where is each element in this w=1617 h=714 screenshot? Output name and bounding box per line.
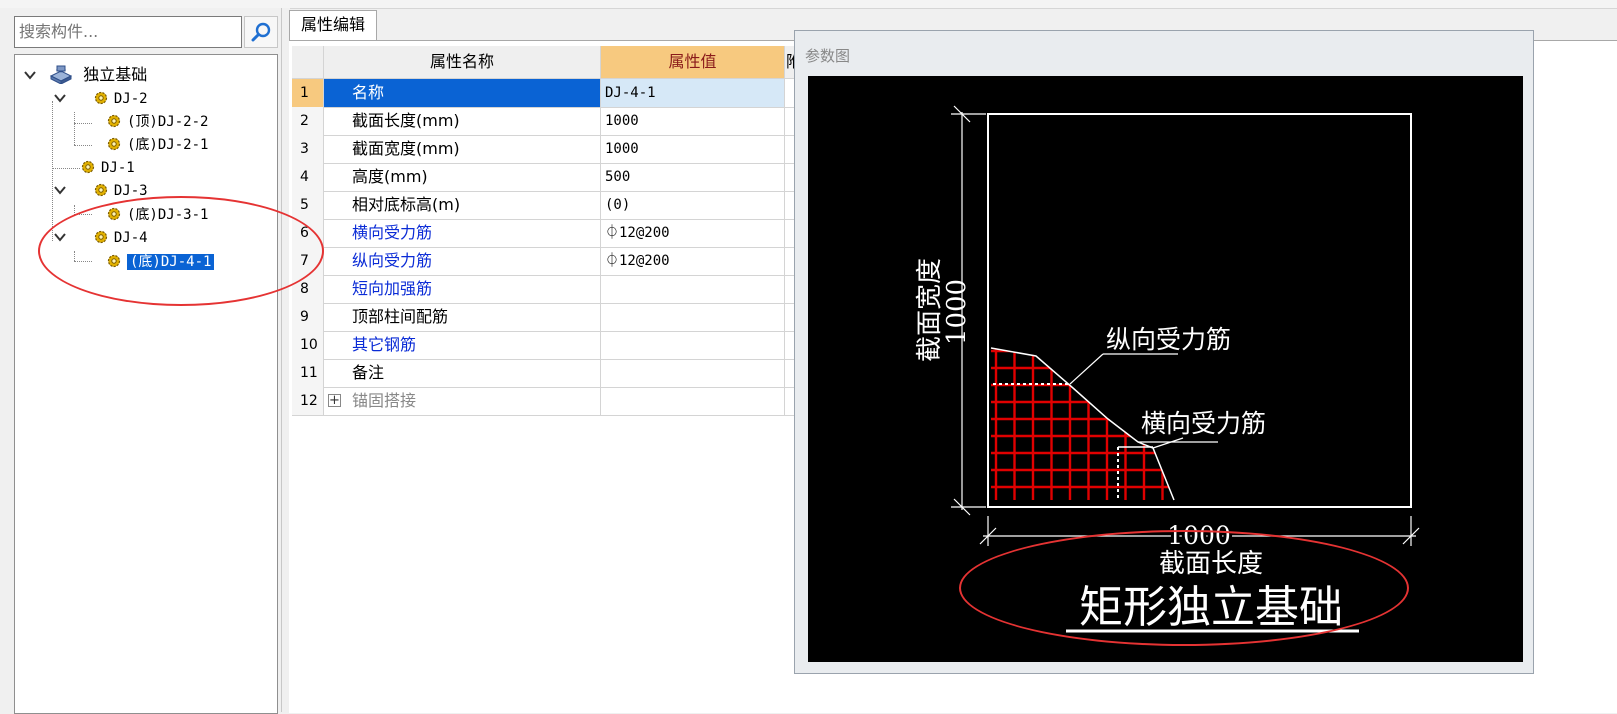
row-number: 1: [292, 79, 324, 107]
table-row[interactable]: 11 备注: [292, 359, 794, 388]
table-row[interactable]: 10 其它钢筋: [292, 331, 794, 360]
width-value: 1000: [942, 279, 972, 345]
row-name: 截面宽度(mm): [324, 135, 601, 163]
row-number: 3: [292, 135, 324, 163]
gear-icon: [81, 160, 95, 174]
table-row[interactable]: 7 纵向受力筋 ⏀12@200: [292, 247, 794, 276]
leader-line: [1069, 353, 1104, 385]
row-value[interactable]: [601, 387, 785, 415]
tree-root-label: 独立基础: [83, 65, 148, 84]
table-row[interactable]: 9 顶部柱间配筋: [292, 303, 794, 332]
row-name-label: 锚固搭接: [352, 391, 417, 410]
tree-connector: [74, 123, 92, 124]
header-extra: 附: [785, 46, 794, 78]
row-value[interactable]: [601, 359, 785, 387]
row-number: 5: [292, 191, 324, 219]
row-value[interactable]: DJ-4-1: [601, 79, 785, 107]
foundation-icon: [49, 65, 73, 85]
row-value[interactable]: ⏀12@200: [601, 247, 785, 275]
row-name: 顶部柱间配筋: [324, 303, 601, 331]
row-value[interactable]: [601, 303, 785, 331]
tree-item-dj-2-1[interactable]: (底)DJ-2-1: [107, 134, 208, 156]
gear-icon: [107, 137, 121, 151]
row-name: 名称: [324, 79, 601, 107]
tree-connector: [52, 168, 80, 169]
gear-icon: [94, 183, 107, 197]
header-corner: [292, 46, 324, 78]
row-name: 高度(mm): [324, 163, 601, 191]
chevron-down-icon[interactable]: [23, 68, 37, 82]
row-value[interactable]: [601, 275, 785, 303]
search-icon: [251, 22, 271, 42]
tab-property-editor[interactable]: 属性编辑: [289, 10, 377, 40]
row-value[interactable]: 500: [601, 163, 785, 191]
search-box[interactable]: [14, 16, 243, 48]
row-value[interactable]: [601, 331, 785, 359]
component-tree[interactable]: 独立基础 DJ-2 (顶)DJ-2-2 (底)DJ-2-1 DJ-1 DJ-3 …: [14, 54, 278, 714]
tree-item-label: DJ-2: [113, 91, 148, 107]
header-property-name[interactable]: 属性名称: [324, 46, 601, 78]
component-panel: 独立基础 DJ-2 (顶)DJ-2-2 (底)DJ-2-1 DJ-1 DJ-3 …: [0, 8, 281, 714]
tree-item-dj-2-2[interactable]: (顶)DJ-2-2: [107, 111, 208, 133]
row-name: 横向受力筋: [324, 219, 601, 247]
tree-item-label: (顶)DJ-2-2: [127, 114, 209, 130]
row-number: 11: [292, 359, 324, 387]
row-name: 其它钢筋: [324, 331, 601, 359]
table-row[interactable]: 6 横向受力筋 ⏀12@200: [292, 219, 794, 248]
row-name: 截面长度(mm): [324, 107, 601, 135]
tree-root[interactable]: 独立基础: [23, 64, 147, 86]
row-value[interactable]: (0): [601, 191, 785, 219]
expand-plus-icon[interactable]: +: [328, 394, 341, 407]
gear-icon: [107, 114, 121, 128]
header-property-value[interactable]: 属性值: [601, 46, 785, 78]
row-number: 4: [292, 163, 324, 191]
row-name: 备注: [324, 359, 601, 387]
transverse-label: 横向受力筋: [1141, 409, 1266, 438]
row-name: 相对底标高(m): [324, 191, 601, 219]
tree-connector: [52, 101, 53, 241]
table-row[interactable]: 2 截面长度(mm) 1000: [292, 107, 794, 136]
table-row[interactable]: 3 截面宽度(mm) 1000: [292, 135, 794, 164]
annotation-ellipse-tree: [38, 196, 324, 306]
chevron-down-icon[interactable]: [53, 91, 67, 105]
table-row[interactable]: 1 名称 DJ-4-1: [292, 79, 794, 108]
tree-item-label: DJ-1: [101, 160, 135, 176]
row-name: 短向加强筋: [324, 275, 601, 303]
tree-item-label: DJ-3: [113, 183, 148, 199]
tree-item-label: (底)DJ-2-1: [127, 137, 209, 153]
row-value[interactable]: ⏀12@200: [601, 219, 785, 247]
row-number: 9: [292, 303, 324, 331]
row-value[interactable]: 1000: [601, 135, 785, 163]
row-number: 2: [292, 107, 324, 135]
row-value[interactable]: 1000: [601, 107, 785, 135]
table-row[interactable]: 8 短向加强筋: [292, 275, 794, 304]
leader-line: [1152, 437, 1184, 449]
table-row[interactable]: 4 高度(mm) 500: [292, 163, 794, 192]
row-number: 12: [292, 387, 324, 415]
gear-icon: [94, 91, 107, 105]
chevron-down-icon[interactable]: [53, 183, 67, 197]
longitudinal-label: 纵向受力筋: [1106, 325, 1231, 354]
search-button[interactable]: [244, 16, 278, 48]
search-input[interactable]: [15, 17, 243, 45]
row-name: 纵向受力筋: [324, 247, 601, 275]
parameter-diagram-title: 参数图: [805, 47, 851, 65]
annotation-ellipse-caption: [959, 530, 1409, 646]
table-row[interactable]: 12 + 锚固搭接: [292, 387, 794, 416]
row-number: 10: [292, 331, 324, 359]
tree-item-dj-1[interactable]: DJ-1: [81, 157, 135, 179]
tree-item-dj-2[interactable]: DJ-2: [53, 88, 148, 110]
row-name: + 锚固搭接: [324, 387, 601, 415]
width-label: 截面宽度: [915, 258, 945, 362]
tree-connector: [74, 145, 92, 146]
tree-connector: [74, 112, 75, 145]
table-row[interactable]: 5 相对底标高(m) (0): [292, 191, 794, 220]
grid-header: 属性名称 属性值 附: [292, 46, 794, 79]
